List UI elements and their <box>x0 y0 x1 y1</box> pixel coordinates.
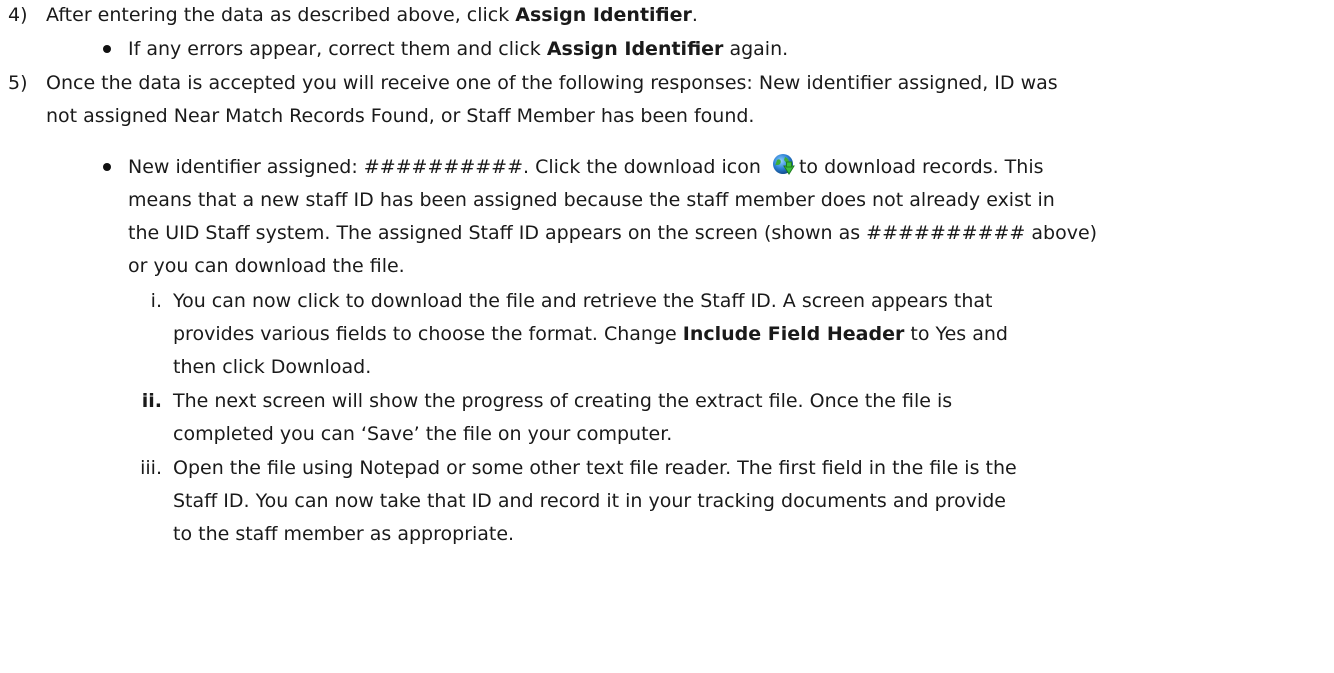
step-5-line-1: Once the data is accepted you will recei… <box>46 72 1058 94</box>
step-5-bullet-line-1: New identifier assigned: ##########. Cli… <box>128 152 1044 182</box>
subitem-3-line-1: Open the file using Notepad or some othe… <box>173 457 1017 479</box>
step-4-bullet-bold: Assign Identifier <box>546 38 724 60</box>
subitem-1-line-2-pre: provides various fields to choose the fo… <box>173 323 683 345</box>
step-4-bold: Assign Identifier <box>515 4 692 26</box>
subitem-1-marker: i. <box>150 290 162 312</box>
subitem-2-line-2: completed you can ‘Save’ the file on you… <box>173 423 673 445</box>
step-4-bullet-post: again. <box>723 38 789 60</box>
step-5-bullet-line-2: means that a new staff ID has been assig… <box>128 189 1055 211</box>
step-5-line-2: not assigned Near Match Records Found, o… <box>46 105 755 127</box>
subitem-2-line-1: The next screen will show the progress o… <box>173 390 953 412</box>
step-4-text-pre: After entering the data as described abo… <box>46 4 516 26</box>
subitem-3-marker: iii. <box>140 457 162 479</box>
subitem-1-line-3: then click Download. <box>173 356 372 378</box>
subitem-3-line-3: to the staff member as appropriate. <box>173 523 515 545</box>
step-5-bullet-line-4: or you can download the file. <box>128 255 405 277</box>
subitem-3-line-2: Staff ID. You can now take that ID and r… <box>173 490 1006 512</box>
step-5-bullet-line-1-post: to download records. This <box>798 156 1044 178</box>
step-5-bullet-dot <box>103 163 111 171</box>
subitem-1-line-2-bold: Include Field Header <box>682 323 905 345</box>
step-5-number: 5) <box>8 72 28 94</box>
step-5-bullet-line-1-pre: New identifier assigned: ##########. Cli… <box>128 156 767 178</box>
step-4-number: 4) <box>8 4 28 26</box>
subitem-1-line-1: You can now click to download the file a… <box>173 290 993 312</box>
step-5-bullet-line-3: the UID Staff system. The assigned Staff… <box>128 222 1098 244</box>
subitem-1-line-2: provides various fields to choose the fo… <box>173 319 1008 349</box>
subitem-2-marker: ii. <box>141 390 162 412</box>
step-4-bullet-text: If any errors appear, correct them and c… <box>128 34 788 64</box>
step-4-bullet-pre: If any errors appear, correct them and c… <box>128 38 547 60</box>
subitem-1-line-2-post: to Yes and <box>904 323 1008 345</box>
step-4-text: After entering the data as described abo… <box>46 0 698 30</box>
step-4-text-post: . <box>691 4 698 26</box>
download-globe-icon <box>771 153 797 179</box>
step-4-bullet-dot <box>103 45 111 53</box>
